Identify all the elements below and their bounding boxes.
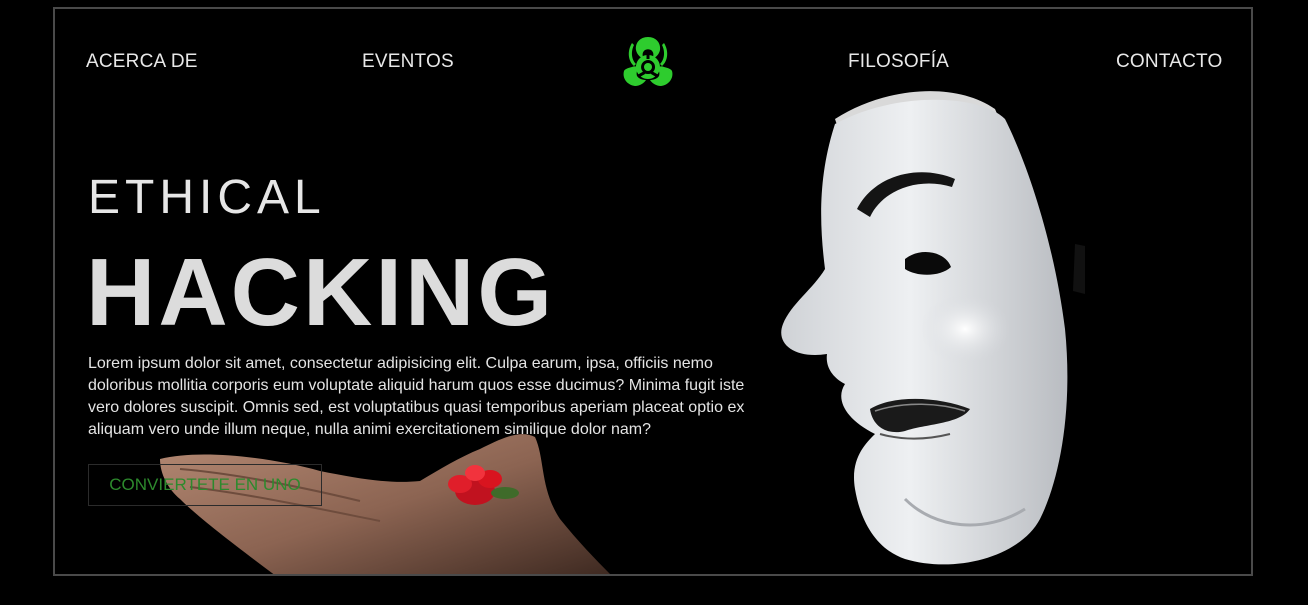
hero-title: HACKING	[86, 239, 555, 346]
biohazard-icon[interactable]	[618, 33, 678, 89]
hero-description: Lorem ipsum dolor sit amet, consectetur …	[88, 355, 745, 438]
hero-kicker: ETHICAL	[88, 171, 326, 224]
nav-link-philosophy[interactable]: FILOSOFÍA	[848, 51, 949, 73]
nav-link-about[interactable]: ACERCA DE	[86, 51, 198, 73]
hero-frame: ACERCA DE EVENTOS FILOSOFÍA CONTACTO ETH…	[53, 7, 1253, 576]
nav-link-events[interactable]: EVENTOS	[362, 51, 454, 73]
guy-fawkes-mask-image	[781, 91, 1085, 565]
nav-link-contact[interactable]: CONTACTO	[1116, 51, 1222, 73]
join-cta-button[interactable]: CONVIERTETE EN UNO	[88, 464, 322, 506]
